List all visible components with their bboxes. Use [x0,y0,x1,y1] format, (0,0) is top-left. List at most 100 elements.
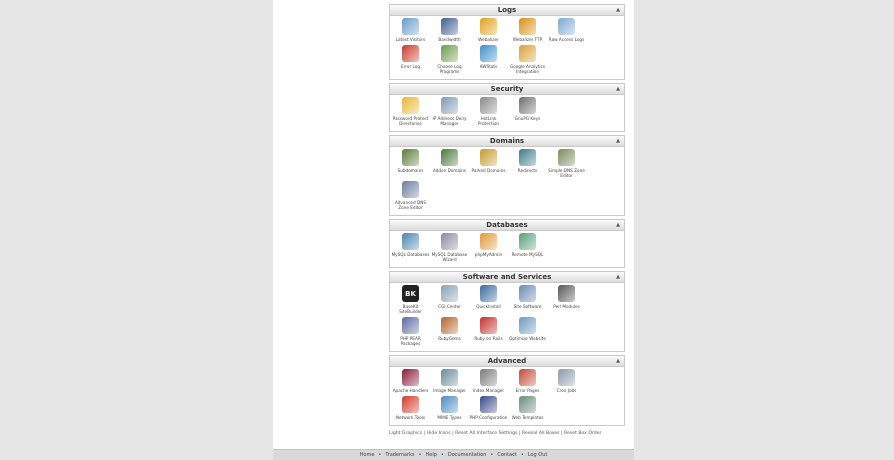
tool-label: Parked Domains [471,168,506,173]
tool-phpmyadmin[interactable]: phpMyAdmin [469,233,508,262]
tool-google-analytics-integration[interactable]: Google Analytics Integration [508,45,547,74]
tool-apache-handlers[interactable]: Apache Handlers [391,369,430,393]
phpmyadmin-icon [480,233,497,250]
collapse-arrow-icon[interactable]: ▲ [616,356,620,366]
link-hide-icons[interactable]: Hide Icons [427,431,451,436]
footer-nav: Home • Trademarks • Help • Documentation • Conta… [273,449,634,460]
tool-network-tools[interactable]: Network Tools [391,396,430,420]
tool-php-pear-packages[interactable]: PHP PEAR Packages [391,317,430,346]
tool-webalizer[interactable]: Webalizer [469,18,508,42]
tool-password-protect-directories[interactable]: Password Protect Directories [391,97,430,126]
tool-bandwidth[interactable]: Bandwidth [430,18,469,42]
tool-choose-log-programs[interactable]: Choose Log Programs [430,45,469,74]
tool-php-configuration[interactable]: PHP Configuration [469,396,508,420]
tool-remote-mysql[interactable]: Remote MySQL [508,233,547,262]
tool-quickinstall[interactable]: QuickInstall [469,285,508,314]
tool-label: Raw Access Logs [548,37,585,42]
tool-label: Perl Modules [553,304,580,309]
tool-label: Redirects [517,168,538,173]
link-reset-box-order[interactable]: Reset Box Order [564,431,601,436]
collapse-arrow-icon[interactable]: ▲ [616,220,620,230]
tool-mysql-databases[interactable]: MySQL Databases [391,233,430,262]
mysql-databases-icon [402,233,419,250]
footer-link-documentation[interactable]: Documentation [448,452,487,458]
tool-label: Remote MySQL [511,252,544,257]
bandwidth-icon [441,18,458,35]
tool-ruby-on-rails[interactable]: Ruby on Rails [469,317,508,346]
panel-header[interactable]: Databases ▲ [390,220,624,231]
panel-header[interactable]: Software and Services ▲ [390,272,624,283]
index-manager-icon [480,369,497,386]
error-pages-icon [519,369,536,386]
tool-advanced-dns-zone-editor[interactable]: Advanced DNS Zone Editor [391,181,430,210]
tool-webalizer-ftp[interactable]: Webalizer FTP [508,18,547,42]
panel-header[interactable]: Advanced ▲ [390,356,624,367]
tool-gnupg-keys[interactable]: GnuPG Keys [508,97,547,126]
addon-domains-icon [441,149,458,166]
tool-subdomains[interactable]: Subdomains [391,149,430,178]
tool-addon-domains[interactable]: Addon Domains [430,149,469,178]
tool-latest-visitors[interactable]: Latest Visitors [391,18,430,42]
rubygems-icon [441,317,458,334]
panel-security: Security ▲ Password Protect Directories IP … [389,83,625,132]
tool-mysql-database-wizard[interactable]: MySQL Database Wizard [430,233,469,262]
tool-awstats[interactable]: AWStats [469,45,508,74]
tool-site-software[interactable]: Site Software [508,285,547,314]
collapse-arrow-icon[interactable]: ▲ [616,136,620,146]
panel-title: Security [490,85,524,93]
panel-title: Domains [489,137,525,145]
php-configuration-icon [480,396,497,413]
tool-error-log[interactable]: Error Log [391,45,430,74]
tool-cron-jobs[interactable]: Cron Jobs [547,369,586,393]
tool-label: Error Pages [515,388,540,393]
link-reveal-all-boxes[interactable]: Reveal All Boxes [522,431,560,436]
tool-label: MySQL Databases [391,252,430,257]
collapse-arrow-icon[interactable]: ▲ [616,5,620,15]
footer-link-trademarks[interactable]: Trademarks [385,452,414,458]
tool-perl-modules[interactable]: Perl Modules [547,285,586,314]
tool-cgi-center[interactable]: CGI Center [430,285,469,314]
tool-basekit-sitebuilder[interactable]: BK BaseKit SiteBuilder [391,285,430,314]
link-reset-all-interface-settings[interactable]: Reset All Interface Settings [455,431,517,436]
tool-image-manager[interactable]: Image Manager [430,369,469,393]
tool-ip-address-deny-manager[interactable]: IP Address Deny Manager [430,97,469,126]
panel-databases: Databases ▲ MySQL Databases MySQL Database … [389,219,625,268]
ruby-on-rails-icon [480,317,497,334]
icon-grid: MySQL Databases MySQL Database Wizard phpM… [390,231,624,267]
tool-label: Network Tools [395,415,426,420]
footer-link-contact[interactable]: Contact [497,452,516,458]
footer-link-help[interactable]: Help [426,452,437,458]
tool-raw-access-logs[interactable]: Raw Access Logs [547,18,586,42]
error-log-icon [402,45,419,62]
footer-link-log-out[interactable]: Log Out [528,452,548,458]
tool-optimize-website[interactable]: Optimize Website [508,317,547,346]
panel-header[interactable]: Domains ▲ [390,136,624,147]
remote-mysql-icon [519,233,536,250]
tool-error-pages[interactable]: Error Pages [508,369,547,393]
tool-hotlink-protection[interactable]: HotLink Protection [469,97,508,126]
footer-link-home[interactable]: Home [360,452,375,458]
tool-simple-dns-zone-editor[interactable]: Simple DNS Zone Editor [547,149,586,178]
tool-label: Web Templates [511,415,544,420]
simple-dns-icon [558,149,575,166]
tool-index-manager[interactable]: Index Manager [469,369,508,393]
tool-rubygems[interactable]: RubyGems [430,317,469,346]
tool-mime-types[interactable]: MIME Types [430,396,469,420]
tool-web-templates[interactable]: Web Templates [508,396,547,420]
tool-label: Webalizer FTP [512,37,543,42]
link-light-graphics[interactable]: Light Graphics [389,431,422,436]
apache-handlers-icon [402,369,419,386]
tool-parked-domains[interactable]: Parked Domains [469,149,508,178]
panel-logs: Logs ▲ Latest Visitors Bandwidth Webalizer We… [389,4,625,80]
icon-grid: Latest Visitors Bandwidth Webalizer Webaliz… [390,16,624,79]
panel-header[interactable]: Logs ▲ [390,5,624,16]
tool-label: RubyGems [438,336,461,341]
parked-domains-icon [480,149,497,166]
web-templates-icon [519,396,536,413]
perl-modules-icon [558,285,575,302]
panel-header[interactable]: Security ▲ [390,84,624,95]
tool-redirects[interactable]: Redirects [508,149,547,178]
collapse-arrow-icon[interactable]: ▲ [616,84,620,94]
collapse-arrow-icon[interactable]: ▲ [616,272,620,282]
footer-separator-icon: • [378,452,382,458]
